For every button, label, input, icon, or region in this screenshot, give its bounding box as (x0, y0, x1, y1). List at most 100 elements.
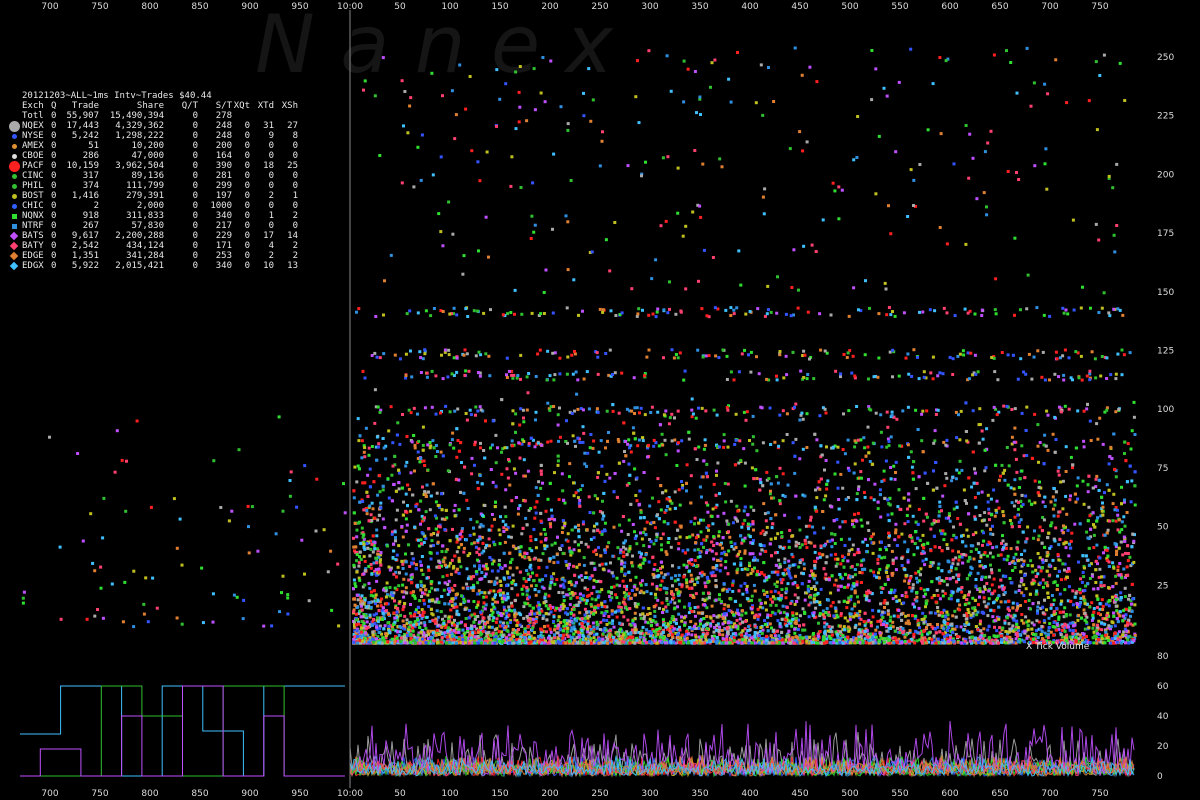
trade-point (835, 562, 839, 566)
trade-point (1087, 505, 1091, 509)
trade-point (403, 614, 407, 618)
trade-point (93, 569, 97, 573)
trade-point (894, 471, 897, 474)
trade-point (453, 584, 457, 587)
trade-point (722, 607, 726, 611)
trade-point (295, 505, 299, 509)
trade-point (924, 557, 928, 561)
trade-point (594, 598, 598, 602)
trade-point (1025, 537, 1029, 541)
trade-point (699, 530, 703, 534)
trade-point (738, 550, 742, 554)
trade-point (1052, 487, 1056, 491)
trade-point (518, 550, 522, 554)
trade-point (101, 616, 105, 620)
trade-point (467, 599, 471, 603)
trade-point (974, 584, 978, 588)
trade-point (247, 525, 250, 529)
trade-point (1015, 470, 1019, 474)
trade-point (856, 547, 860, 551)
trade-point (1054, 526, 1058, 530)
trade-point (699, 622, 702, 626)
trade-point (487, 537, 491, 541)
trade-point (568, 475, 571, 479)
trade-point (446, 469, 450, 473)
trade-point (952, 507, 956, 511)
trade-point (237, 448, 241, 452)
trade-point (1112, 492, 1116, 496)
trade-point (836, 588, 840, 592)
trade-point (404, 464, 408, 468)
trade-point (493, 600, 497, 604)
trade-point (558, 608, 562, 612)
trade-point (635, 499, 639, 503)
trade-point (797, 565, 801, 569)
trade-point (893, 629, 897, 633)
trade-point (646, 621, 650, 625)
trade-point (1130, 479, 1134, 483)
trade-point (500, 450, 503, 454)
trade-point (861, 458, 864, 462)
trade-point (542, 586, 546, 590)
trade-point (712, 614, 716, 618)
trade-point (491, 619, 495, 623)
trade-point (534, 546, 538, 550)
trade-point (607, 431, 610, 434)
trade-point (1081, 570, 1085, 574)
trade-point (1046, 636, 1050, 640)
trade-point (837, 600, 841, 604)
trade-point (534, 418, 537, 422)
trade-point (959, 625, 963, 629)
trade-point (281, 574, 285, 578)
trade-point (883, 606, 886, 609)
trade-point (960, 590, 964, 594)
trade-point (365, 620, 369, 624)
trade-point (634, 494, 638, 497)
trade-point (503, 540, 507, 544)
trade-point (387, 429, 391, 433)
trade-point (751, 552, 755, 556)
trade-point (798, 545, 802, 549)
trade-point (426, 565, 430, 569)
trade-point (300, 538, 304, 542)
trade-point (769, 603, 773, 607)
trade-point (550, 543, 554, 547)
trade-point (362, 543, 366, 547)
trade-point (690, 633, 694, 637)
trade-point (1103, 622, 1107, 626)
trade-point (958, 603, 962, 607)
trade-point (847, 552, 851, 556)
trade-point (1016, 513, 1020, 517)
trade-point (945, 543, 949, 547)
trade-point (526, 391, 530, 395)
trade-point (996, 596, 999, 600)
trade-point (1124, 607, 1128, 611)
trade-point (303, 464, 307, 468)
trade-point (690, 415, 694, 419)
trade-point (256, 549, 260, 553)
trade-point (885, 629, 889, 633)
trade-point (698, 555, 702, 559)
trade-point (423, 621, 427, 625)
trade-point (460, 620, 463, 624)
trade-point (397, 471, 401, 475)
trade-point (123, 580, 127, 584)
trade-point (539, 540, 543, 544)
trade-point (1091, 626, 1095, 630)
trade-point (370, 590, 373, 594)
trade-point (465, 567, 469, 571)
trade-point (812, 600, 816, 604)
trade-point (762, 573, 766, 577)
trade-point (816, 556, 819, 560)
trade-point (744, 611, 748, 615)
trade-point (944, 472, 948, 476)
trade-point (837, 498, 841, 501)
trade-point (678, 503, 682, 507)
trade-point (921, 611, 925, 615)
trade-point (1076, 497, 1080, 501)
trade-point (510, 601, 513, 605)
trade-point (982, 627, 986, 631)
trade-point (355, 480, 359, 484)
trade-point (474, 413, 477, 417)
trade-point (687, 611, 691, 615)
